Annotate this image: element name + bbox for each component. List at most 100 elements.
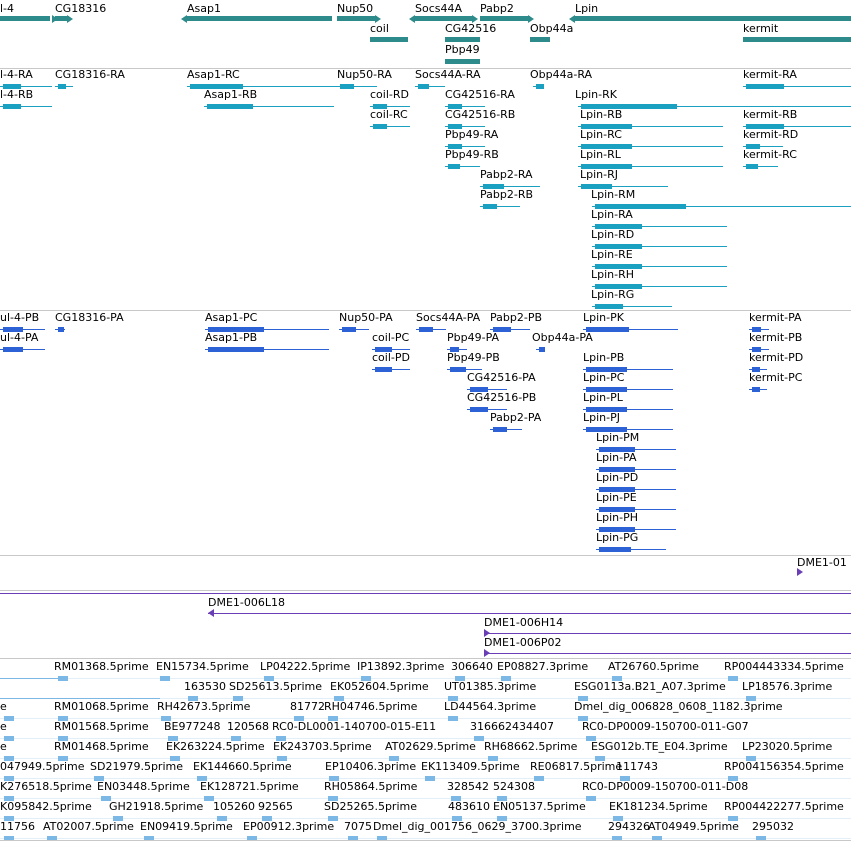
protein-exon[interactable] [586,367,627,372]
protein-label[interactable]: coil-PC [372,331,409,344]
transcript-label[interactable]: Lpin-RB [580,108,622,121]
transcript-label[interactable]: Asap1-RC [187,68,240,81]
protein-label[interactable]: kermit-PB [749,331,802,344]
transcript-exon[interactable] [483,184,504,189]
clone-line[interactable] [484,653,851,654]
protein-label[interactable]: Lpin-PE [596,491,637,504]
transcript-label[interactable]: CG18316-RA [55,68,125,81]
est-label[interactable]: 11756 [0,820,35,833]
est-label[interactable]: EN09419.5prime [140,820,233,833]
est-label[interactable]: LP18576.3prime [742,680,832,693]
transcript-exon[interactable] [595,244,642,249]
est-label[interactable]: RM01068.5prime [54,700,149,713]
protein-exon[interactable] [752,387,760,392]
transcript-label[interactable]: Socs44A-RA [415,68,480,81]
clone-label[interactable]: DME1-006L18 [208,596,285,609]
protein-label[interactable]: Lpin-PH [596,511,638,524]
protein-label[interactable]: Lpin-PM [596,431,639,444]
gene-label[interactable]: CG18316 [55,2,106,15]
transcript-label[interactable]: Lpin-RA [591,208,633,221]
est-label[interactable]: e [0,740,7,753]
est-label[interactable]: UT01385.3prime [444,680,536,693]
transcript-exon[interactable] [581,144,632,149]
transcript-exon[interactable] [207,104,253,109]
est-label[interactable]: RC0-DL0001-140700-015-E11 [272,720,436,733]
protein-exon[interactable] [375,347,392,352]
gene-feature[interactable] [370,37,408,42]
est-label[interactable]: EK181234.5prime [609,800,708,813]
transcript-exon[interactable] [595,304,623,309]
protein-exon[interactable] [375,367,392,372]
transcript-label[interactable]: kermit-RC [743,148,797,161]
transcript-label[interactable]: Pabp2-RB [480,188,533,201]
est-feature[interactable] [586,796,596,801]
protein-label[interactable]: CG18316-PA [55,311,124,324]
est-track-line[interactable] [0,718,851,719]
protein-exon[interactable] [586,407,627,412]
protein-exon[interactable] [599,527,635,532]
protein-label[interactable]: coil-PD [372,351,410,364]
gene-feature[interactable] [480,16,530,21]
est-label[interactable]: 328542 [447,780,489,793]
transcript-exon[interactable] [448,104,462,109]
gene-label[interactable]: Lpin [575,2,598,15]
protein-exon[interactable] [586,427,627,432]
protein-label[interactable]: Obp44a-PA [532,331,593,344]
est-label[interactable]: RH04746.5prime [324,700,417,713]
est-label[interactable]: AT02007.5prime [43,820,134,833]
gene-label[interactable]: Pabp2 [480,2,514,15]
protein-label[interactable]: Lpin-PC [583,371,624,384]
transcript-exon[interactable] [340,84,354,89]
est-label[interactable]: AT26760.5prime [608,660,699,673]
est-label[interactable]: EN15734.5prime [156,660,249,673]
transcript-label[interactable]: kermit-RD [743,128,798,141]
protein-exon[interactable] [470,407,488,412]
est-label[interactable]: EK263224.5prime [166,740,265,753]
protein-exon[interactable] [493,427,507,432]
est-label[interactable]: LD44564.3prime [444,700,536,713]
est-label[interactable]: Dmel_dig_006828_0608_1182.3prime [574,700,783,713]
protein-exon[interactable] [493,327,511,332]
transcript-exon[interactable] [746,124,784,129]
transcript-label[interactable]: Lpin-RC [580,128,622,141]
gene-feature[interactable] [187,16,332,21]
est-label[interactable]: RM01468.5prime [54,740,149,753]
protein-exon[interactable] [539,347,545,352]
est-label[interactable]: EK128721.5prime [200,780,299,793]
est-label[interactable]: 111743 [616,760,658,773]
transcript-exon[interactable] [418,84,429,89]
est-label[interactable]: K276518.5prime [0,780,92,793]
est-label[interactable]: K095842.5prime [0,800,92,813]
est-label[interactable]: RM01568.5prime [54,720,149,733]
est-label[interactable]: RC0-DP0009-150700-011-G07 [582,720,749,733]
est-label[interactable]: 294326 [608,820,650,833]
transcript-exon[interactable] [448,164,460,169]
protein-exon[interactable] [599,467,635,472]
transcript-label[interactable]: Lpin-RK [575,88,617,101]
protein-exon[interactable] [599,487,635,492]
est-label[interactable]: 120568 [227,720,269,733]
clone-label[interactable]: DME1-01 [797,556,847,569]
protein-label[interactable]: CG42516-PB [467,391,536,404]
est-label[interactable]: 316662434407 [470,720,554,733]
transcript-exon[interactable] [581,124,632,129]
transcript-exon[interactable] [373,104,387,109]
est-label[interactable]: ESG0113a.B21_A07.3prime [574,680,726,693]
transcript-label[interactable]: Pabp2-RA [480,168,533,181]
protein-exon[interactable] [3,347,23,352]
protein-label[interactable]: Socs44A-PA [416,311,480,324]
transcript-exon[interactable] [581,164,632,169]
est-feature[interactable] [728,676,738,681]
transcript-exon[interactable] [595,224,642,229]
protein-label[interactable]: Lpin-PJ [583,411,620,424]
transcript-label[interactable]: kermit-RB [743,108,797,121]
est-label[interactable]: LP04222.5prime [260,660,350,673]
gene-feature[interactable] [743,37,851,42]
protein-label[interactable]: Lpin-PK [583,311,624,324]
est-feature[interactable] [534,776,544,781]
transcript-label[interactable]: Pbp49-RB [445,148,499,161]
est-track-line[interactable] [0,838,851,839]
transcript-label[interactable]: Lpin-RH [591,268,634,281]
est-label[interactable]: RP004422277.5prime [724,800,844,813]
est-label[interactable]: BE977248 [164,720,221,733]
